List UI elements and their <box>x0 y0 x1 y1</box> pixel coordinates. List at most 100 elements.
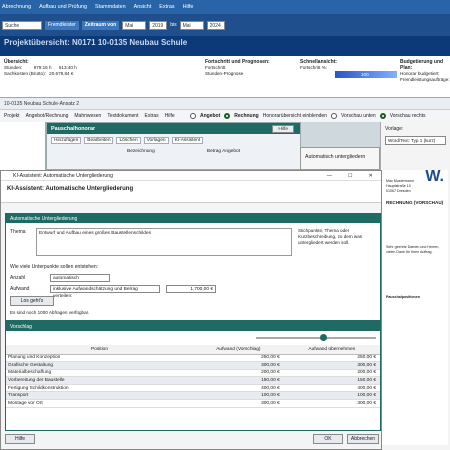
maximize-icon[interactable]: ☐ <box>340 173 361 179</box>
angebot-radio[interactable] <box>190 113 196 119</box>
menu2-mahnwesen[interactable]: Mahnwesen <box>74 113 101 119</box>
cancel-button[interactable]: Abbrechen <box>347 434 379 444</box>
app-menubar: Abrechnung Aufbau und Prüfung Stammdaten… <box>0 0 450 14</box>
row-vor: 150,00 € <box>193 376 284 385</box>
pauschal-columns: Bezeichnung Betrag Angebot <box>47 147 300 154</box>
row-pos: Montage vor Ort <box>6 399 193 408</box>
add-button[interactable]: Hinzufügen <box>51 137 82 144</box>
prognose-label: Stunden-Prognose <box>205 71 244 76</box>
menu2-hilfe[interactable]: Hilfe <box>165 113 175 119</box>
minimize-icon[interactable]: — <box>319 173 340 179</box>
row-vor: 100,00 € <box>193 391 284 401</box>
ki-assistant-button[interactable]: KI-Assistent <box>171 137 204 144</box>
pauschal-help-button[interactable]: Hilfe <box>272 125 294 133</box>
col-uebernehmen: Aufwand übernehmen <box>283 345 380 355</box>
anzahl-select[interactable]: automatisch <box>50 274 110 282</box>
col-betrag: Betrag Angebot <box>206 149 240 154</box>
dialog-header: KI-Assistent: Automatische Untergliederu… <box>1 181 381 203</box>
los-button[interactable]: Los geht's <box>10 296 54 306</box>
aufwand-select[interactable]: inklusive Aufwandschätzung und Betrag ve… <box>50 285 160 299</box>
col-bezeichnung: Bezeichnung <box>127 149 155 154</box>
to-label: bis <box>170 22 177 28</box>
auto-untergliedern-item[interactable]: Automatisch untergliedern <box>305 154 365 160</box>
dialog-help-button[interactable]: Hilfe <box>5 434 35 444</box>
menu2-text[interactable]: Textdokument <box>107 113 138 119</box>
table-row[interactable]: Grafische Gestaltung 300,00 €300,00 € <box>6 361 380 370</box>
fremdleister-filter[interactable]: Fremdleister <box>45 20 79 30</box>
table-row[interactable]: Transport 100,00 €100,00 € <box>6 391 380 401</box>
row-vor: 400,00 € <box>193 384 284 393</box>
table-row[interactable]: Planung und Konzeption 250,00 €250,00 € <box>6 354 380 363</box>
pauschal-title: Pauschalhonorar <box>47 123 300 134</box>
thema-label: Thema <box>10 229 26 235</box>
ki-dialog: KI-Assistent: Automatische Untergliederu… <box>0 170 382 450</box>
honorar-toggle[interactable]: Honorarübersicht einblenden <box>263 113 327 119</box>
untergliederung-panel: Automatische Untergliederung Thema Entwu… <box>5 213 381 321</box>
honorar-label: Honorar budgetiert: <box>400 71 440 76</box>
row-vor: 250,00 € <box>193 354 284 363</box>
table-row[interactable]: Fertigung Schildkonstruktion 400,00 €400,… <box>6 384 380 393</box>
betrag-input[interactable]: 1.700,00 € <box>166 285 216 293</box>
close-icon[interactable]: ✕ <box>361 173 381 179</box>
ki-dropdown: Automatisch untergliedern <box>300 147 380 170</box>
menu-hilfe[interactable]: Hilfe <box>183 4 194 10</box>
vorschau-rechts-label: Vorschau rechts <box>389 113 426 119</box>
dialog-window-title: KI-Assistent: Automatische Untergliederu… <box>13 172 114 179</box>
vorschau-rechts-radio[interactable] <box>379 113 386 119</box>
row-ueb[interactable]: 250,00 € <box>283 354 380 363</box>
row-pos: Grafische Gestaltung <box>6 361 193 370</box>
row-ueb[interactable]: 400,00 € <box>283 384 380 393</box>
table-row[interactable]: Vorbereitung der Baustelle 150,00 €150,00… <box>6 376 380 385</box>
search-input[interactable]: Suche <box>2 20 42 30</box>
table-row[interactable]: Montage vor Ort 300,00 €300,00 € <box>6 399 380 408</box>
menu-aufbau[interactable]: Aufbau und Prüfung <box>39 4 87 10</box>
delete-button[interactable]: Löschen <box>116 137 141 144</box>
from-year-select[interactable]: 2019 <box>149 20 168 30</box>
menu2-angebot[interactable]: Angebot/Rechnung <box>26 113 69 119</box>
progress-bar: 100 <box>335 71 397 78</box>
row-ueb[interactable]: 150,00 € <box>283 376 380 385</box>
vorschlag-table: Position Aufwand (Vorschlag) Aufwand übe… <box>6 345 380 408</box>
progress-value: 100 <box>361 72 369 77</box>
doc-heading: RECHNUNG (VORSCHAU) <box>386 200 444 205</box>
menu2-projekt[interactable]: Projekt <box>4 113 20 119</box>
menu-extras[interactable]: Extras <box>159 4 174 10</box>
to-month-select[interactable]: Mai <box>179 20 204 30</box>
from-month-select[interactable]: Mai <box>122 20 147 30</box>
vorlage-label: Vorlage: <box>385 126 404 132</box>
row-vor: 300,00 € <box>193 361 284 370</box>
templates-button[interactable]: Vorlagen <box>143 137 169 144</box>
aufwand-label: Aufwand <box>10 286 30 292</box>
table-row[interactable]: Materialbeschaffung 200,00 €200,00 € <box>6 369 380 378</box>
rechnung-radio[interactable] <box>224 113 231 119</box>
thema-hint: Stichpunkte, Thema oder Kurzbeschreibung… <box>298 228 363 245</box>
project-subtitle: 10-0135 Neubau Schule-Ansatz 2 <box>4 101 80 107</box>
row-ueb[interactable]: 300,00 € <box>283 399 380 408</box>
slider-track[interactable] <box>256 337 376 339</box>
project-header: Projektübersicht: N0171 10-0135 Neubau S… <box>0 36 450 56</box>
anzahl-label: Anzahl <box>10 275 26 281</box>
thema-textarea[interactable]: Entwurf und Aufbau eines großes Baustell… <box>36 228 292 256</box>
menu-stammdaten[interactable]: Stammdaten <box>95 4 126 10</box>
menu2-extras[interactable]: Extras <box>144 113 158 119</box>
menu-ansicht[interactable]: Ansicht <box>134 4 152 10</box>
stunden-ist: 513:40 h <box>58 65 77 70</box>
fortschritt-pct-label: Fortschritt %: <box>300 65 328 70</box>
vorschau-unten-radio[interactable] <box>330 113 337 119</box>
row-ueb[interactable]: 200,00 € <box>283 369 380 378</box>
project-subheader: 10-0135 Neubau Schule-Ansatz 2 <box>0 98 450 110</box>
row-ueb[interactable]: 300,00 € <box>283 361 380 370</box>
vorlage-select[interactable]: Word/Text: Typ 1 (kurz) <box>385 136 446 145</box>
abfragen-info: Es sind noch 1000 Abfragen verfügbar. <box>10 310 90 315</box>
menu-abrechnung[interactable]: Abrechnung <box>2 4 31 10</box>
slider-handle[interactable] <box>320 334 327 341</box>
ok-button[interactable]: OK <box>313 434 343 444</box>
doc-line1: vielen Dank für Ihren Auftrag. <box>386 250 433 254</box>
dialog-heading: KI-Assistent: Automatische Untergliederu… <box>7 186 134 192</box>
row-ueb[interactable]: 100,00 € <box>283 391 380 401</box>
stunden-soll: 979:16 h <box>33 65 52 70</box>
edit-button[interactable]: Bearbeiten <box>84 137 114 144</box>
rechnung-label: Rechnung <box>234 113 259 119</box>
to-year-select[interactable]: 2024 <box>206 20 225 30</box>
doc-city: 01067 Dresden <box>386 189 411 193</box>
